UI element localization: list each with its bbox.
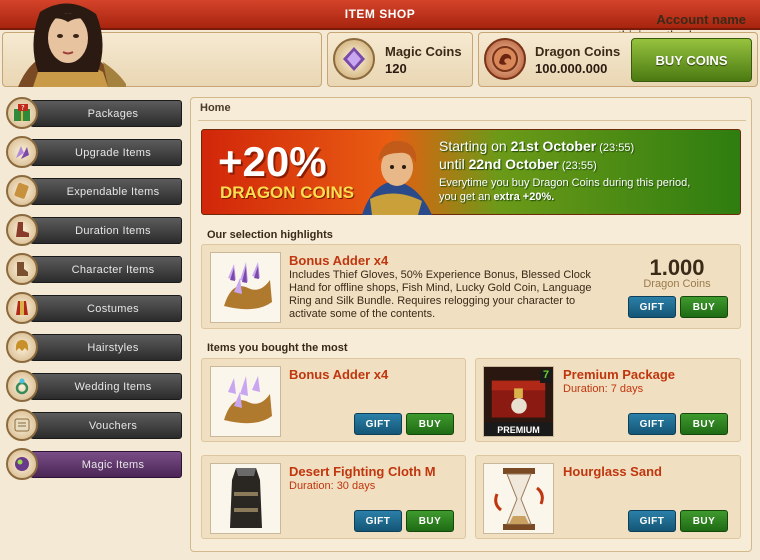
sidebar-item-label: Packages bbox=[87, 107, 139, 120]
banner-percent: +20% bbox=[218, 138, 327, 185]
sidebar-item-label: Wedding Items bbox=[74, 380, 152, 393]
buy-button[interactable]: BUY bbox=[406, 413, 454, 435]
banner-start-date: 21st October bbox=[510, 138, 597, 154]
highlight-currency: Dragon Coins bbox=[643, 278, 711, 290]
gift-button[interactable]: GIFT bbox=[354, 510, 402, 532]
svg-text:?: ? bbox=[21, 104, 25, 112]
window-title: ITEM SHOP bbox=[344, 7, 416, 21]
banner-desc-line2: you get an extra +20%. bbox=[439, 191, 554, 203]
banner-end-prefix: until bbox=[439, 156, 469, 172]
sidebar-item-magic-items[interactable]: Magic Items bbox=[6, 448, 182, 480]
sidebar-bar: Upgrade Items bbox=[30, 139, 182, 166]
ring-icon bbox=[6, 370, 38, 402]
sidebar-item-hairstyles[interactable]: Hairstyles bbox=[6, 331, 182, 363]
sidebar-item-duration-items[interactable]: Duration Items bbox=[6, 214, 182, 246]
banner-end-line: until 22nd October (23:55) bbox=[439, 156, 597, 172]
most-bought-title: Items you bought the most bbox=[207, 342, 348, 354]
sidebar-item-costumes[interactable]: Costumes bbox=[6, 292, 182, 324]
sidebar-item-label: Duration Items bbox=[75, 224, 151, 237]
breadcrumb-divider bbox=[198, 120, 746, 121]
sidebar-bar: Duration Items bbox=[30, 217, 182, 244]
sidebar-item-label: Vouchers bbox=[88, 419, 138, 432]
sidebar-bar: Hairstyles bbox=[30, 334, 182, 361]
sidebar-bar: Character Items bbox=[30, 256, 182, 283]
dragon-coins-value: 100.000.000 bbox=[535, 61, 608, 76]
magic-coins-label: Magic Coins bbox=[385, 44, 462, 59]
premium-badge: PREMIUM bbox=[497, 425, 540, 435]
buy-button[interactable]: BUY bbox=[406, 510, 454, 532]
banner-end-date: 22nd October bbox=[468, 156, 559, 172]
gift-button[interactable]: GIFT bbox=[628, 510, 676, 532]
sidebar-item-vouchers[interactable]: Vouchers bbox=[6, 409, 182, 441]
buy-button[interactable]: BUY bbox=[680, 510, 728, 532]
product-name[interactable]: Hourglass Sand bbox=[563, 464, 662, 479]
desert-cloth-image bbox=[210, 463, 281, 534]
sidebar-item-character-items[interactable]: Character Items bbox=[6, 253, 182, 285]
product-name[interactable]: Desert Fighting Cloth M bbox=[289, 464, 436, 479]
gift-button[interactable]: GIFT bbox=[628, 413, 676, 435]
avatar bbox=[8, 2, 128, 87]
sidebar-item-label: Upgrade Items bbox=[74, 146, 152, 159]
gift-box-icon: ? bbox=[6, 97, 38, 129]
magic-orb-icon bbox=[6, 448, 38, 480]
voucher-icon bbox=[6, 409, 38, 441]
magic-coin-icon bbox=[333, 38, 375, 80]
boot-icon bbox=[6, 214, 38, 246]
banner-desc-prefix: you get an bbox=[439, 191, 494, 203]
sidebar-bar: Wedding Items bbox=[30, 373, 182, 400]
buy-coins-button[interactable]: BUY COINS bbox=[631, 38, 752, 82]
sidebar-bar: Vouchers bbox=[30, 412, 182, 439]
sidebar-bar: Magic Items bbox=[30, 451, 182, 478]
bonus-adder-image bbox=[210, 252, 281, 323]
account-name-label: Account name bbox=[656, 12, 746, 27]
hair-icon bbox=[6, 331, 38, 363]
magic-coins-value: 120 bbox=[385, 61, 407, 76]
sidebar-bar: Costumes bbox=[30, 295, 182, 322]
sidebar-item-label: Expendable Items bbox=[66, 185, 160, 198]
hourglass-image bbox=[483, 463, 554, 534]
highlights-title: Our selection highlights bbox=[207, 229, 333, 241]
product-duration: Duration: 30 days bbox=[289, 480, 376, 492]
banner-desc-bold: extra +20%. bbox=[493, 191, 555, 203]
sidebar-item-packages[interactable]: Packages ? bbox=[6, 97, 182, 129]
sidebar-item-label: Magic Items bbox=[81, 458, 145, 471]
product-name[interactable]: Bonus Adder x4 bbox=[289, 367, 388, 382]
crystal-icon bbox=[6, 136, 38, 168]
highlight-gift-button[interactable]: GIFT bbox=[628, 296, 676, 318]
sidebar-item-expendable-items[interactable]: Expendable Items bbox=[6, 175, 182, 207]
sidebar-item-wedding-items[interactable]: Wedding Items bbox=[6, 370, 182, 402]
costume-icon bbox=[6, 292, 38, 324]
banner-hero-image bbox=[352, 129, 438, 215]
sidebar-item-label: Costumes bbox=[87, 302, 139, 315]
scroll-icon bbox=[6, 175, 38, 207]
breadcrumb[interactable]: Home bbox=[200, 102, 231, 114]
bonus-adder-image bbox=[210, 366, 281, 437]
highlight-item-name[interactable]: Bonus Adder x4 bbox=[289, 253, 388, 268]
banner-end-time: (23:55) bbox=[558, 160, 597, 172]
dragon-coin-icon bbox=[484, 38, 526, 80]
gift-button[interactable]: GIFT bbox=[354, 413, 402, 435]
sidebar-bar: Packages bbox=[30, 100, 182, 127]
banner-start-line: Starting on 21st October (23:55) bbox=[439, 138, 634, 154]
highlight-buy-button[interactable]: BUY bbox=[680, 296, 728, 318]
product-name[interactable]: Premium Package bbox=[563, 367, 675, 382]
sidebar-item-upgrade-items[interactable]: Upgrade Items bbox=[6, 136, 182, 168]
buy-button[interactable]: BUY bbox=[680, 413, 728, 435]
banner-start-prefix: Starting on bbox=[439, 138, 511, 154]
item-count-badge: 7 bbox=[540, 369, 552, 383]
banner-desc-line1: Everytime you buy Dragon Coins during th… bbox=[439, 177, 691, 189]
highlight-item-description: Includes Thief Gloves, 50% Experience Bo… bbox=[289, 269, 592, 320]
banner-coins-label: DRAGON COINS bbox=[220, 183, 355, 202]
sidebar-item-label: Hairstyles bbox=[87, 341, 139, 354]
sidebar-item-label: Character Items bbox=[71, 263, 155, 276]
dragon-coins-label: Dragon Coins bbox=[535, 44, 621, 59]
product-duration: Duration: 7 days bbox=[563, 383, 644, 395]
banner-start-time: (23:55) bbox=[596, 142, 635, 154]
character-icon bbox=[6, 253, 38, 285]
sidebar-bar: Expendable Items bbox=[30, 178, 182, 205]
